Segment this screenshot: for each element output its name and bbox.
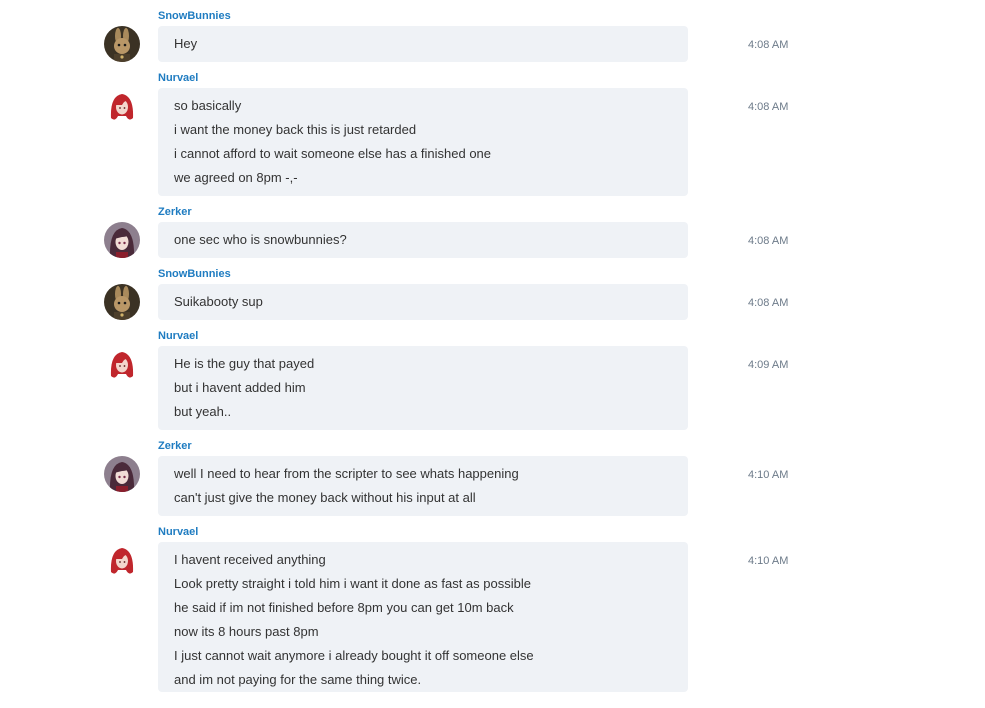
- sender-name[interactable]: SnowBunnies: [158, 268, 231, 281]
- message-line: can't just give the money back without h…: [174, 490, 476, 505]
- message-line: but yeah..: [174, 404, 232, 419]
- avatar-snowbunnies[interactable]: [104, 26, 140, 62]
- avatar-nurvael[interactable]: [104, 88, 140, 124]
- sender-name[interactable]: Zerker: [158, 440, 192, 453]
- message-line: He is the guy that payed: [174, 356, 315, 371]
- message-bubble: I havent received anything Look pretty s…: [158, 542, 688, 692]
- avatar-snowbunnies[interactable]: [104, 284, 140, 320]
- sender-name[interactable]: Nurvael: [158, 72, 198, 85]
- timestamp: 4:08 AM: [748, 101, 789, 113]
- message-line: one sec who is snowbunnies?: [174, 232, 347, 247]
- sender-name[interactable]: Zerker: [158, 206, 192, 219]
- message-line: but i havent added him: [174, 380, 306, 395]
- message-line: I just cannot wait anymore i already bou…: [174, 648, 534, 663]
- timestamp: 4:09 AM: [748, 359, 789, 371]
- red-hair-avatar-icon: [104, 542, 140, 578]
- message-line: I havent received anything: [174, 552, 326, 567]
- avatar-zerker[interactable]: [104, 456, 140, 492]
- dark-hair-avatar-icon: [104, 456, 140, 492]
- message-line: so basically: [174, 98, 242, 113]
- avatar-zerker[interactable]: [104, 222, 140, 258]
- message-line: i cannot afford to wait someone else has…: [174, 146, 492, 161]
- timestamp: 4:08 AM: [748, 39, 789, 51]
- message-bubble: Suikabooty sup: [158, 284, 688, 320]
- message-bubble: so basically i want the money back this …: [158, 88, 688, 196]
- message-line: Look pretty straight i told him i want i…: [174, 576, 531, 591]
- message-line: we agreed on 8pm -,-: [174, 170, 298, 185]
- message-bubble: well I need to hear from the scripter to…: [158, 456, 688, 516]
- rabbit-avatar-icon: [104, 284, 140, 320]
- avatar-nurvael[interactable]: [104, 346, 140, 382]
- rabbit-avatar-icon: [104, 26, 140, 62]
- sender-name[interactable]: Nurvael: [158, 526, 198, 539]
- chat-log: SnowBunnies Hey 4:08 AM Nurvael so basic…: [0, 0, 985, 708]
- sender-name[interactable]: SnowBunnies: [158, 10, 231, 23]
- timestamp: 4:08 AM: [748, 235, 789, 247]
- message-bubble: Hey: [158, 26, 688, 62]
- message-bubble: one sec who is snowbunnies?: [158, 222, 688, 258]
- message-line: Hey: [174, 36, 198, 51]
- message-line: Suikabooty sup: [174, 294, 263, 309]
- timestamp: 4:10 AM: [748, 555, 789, 567]
- message-line: and im not paying for the same thing twi…: [174, 672, 422, 687]
- timestamp: 4:08 AM: [748, 297, 789, 309]
- sender-name[interactable]: Nurvael: [158, 330, 198, 343]
- message-bubble: He is the guy that payed but i havent ad…: [158, 346, 688, 430]
- message-line: he said if im not finished before 8pm yo…: [174, 600, 514, 615]
- red-hair-avatar-icon: [104, 346, 140, 382]
- red-hair-avatar-icon: [104, 88, 140, 124]
- message-line: i want the money back this is just retar…: [174, 122, 417, 137]
- message-line: well I need to hear from the scripter to…: [174, 466, 519, 481]
- avatar-nurvael[interactable]: [104, 542, 140, 578]
- dark-hair-avatar-icon: [104, 222, 140, 258]
- message-line: now its 8 hours past 8pm: [174, 624, 319, 639]
- timestamp: 4:10 AM: [748, 469, 789, 481]
